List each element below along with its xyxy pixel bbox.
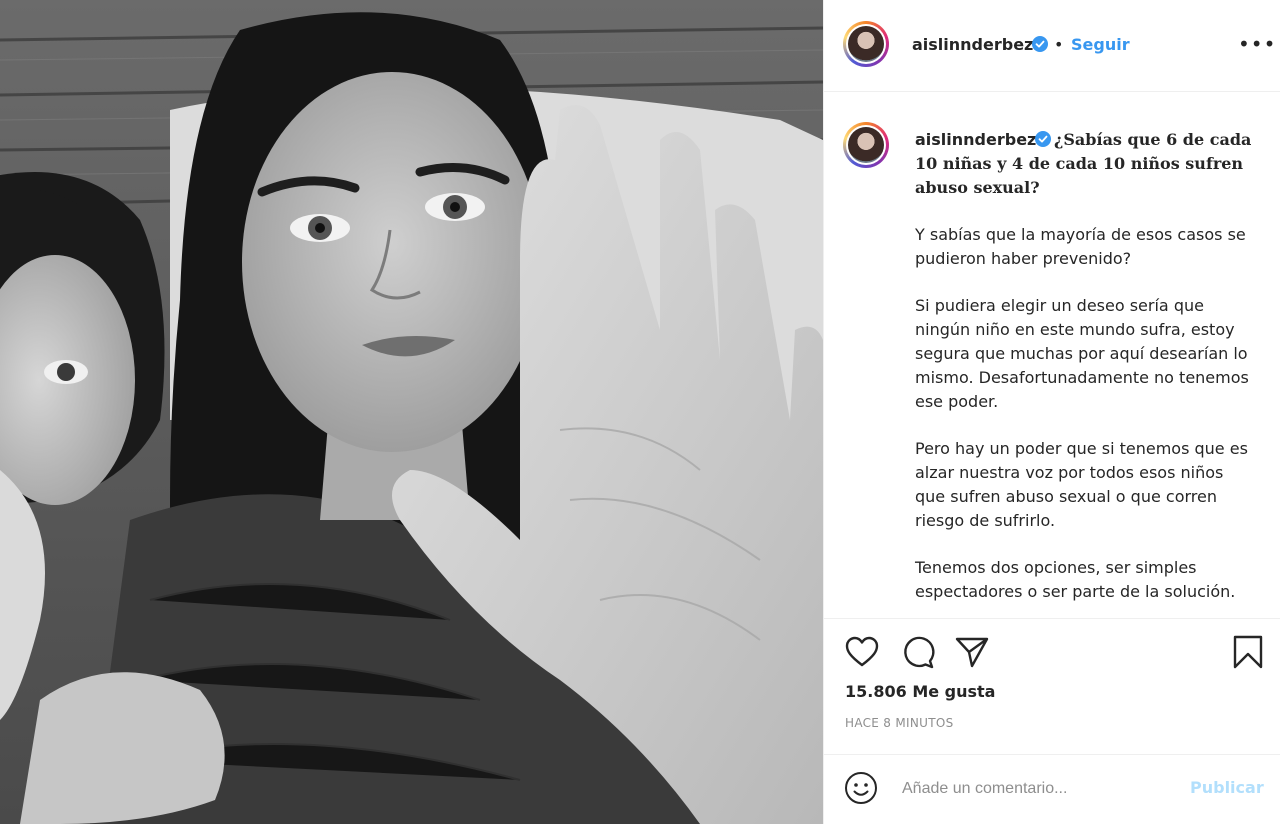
more-options-icon[interactable]: •••: [1238, 32, 1276, 56]
comment-input[interactable]: [900, 773, 1184, 805]
comment-bar: Publicar: [824, 754, 1280, 824]
caption-area[interactable]: ¿Sabías que 6 de cada 10 niñas y 4 de ca…: [824, 92, 1280, 618]
avatar-image: [848, 127, 884, 163]
likes-count[interactable]: 15.806 Me gusta: [845, 682, 995, 701]
verified-badge-icon: [1032, 36, 1048, 52]
verified-badge-icon: [1035, 131, 1051, 147]
avatar-ring-inner: [846, 125, 886, 165]
instagram-post: aislinnderbez • Seguir ••• ¿Sabías que 6…: [0, 0, 1280, 824]
caption-paragraph: Y sabías que la mayoría de esos casos se…: [915, 225, 1246, 268]
publish-button[interactable]: Publicar: [1190, 778, 1264, 797]
avatar-ring-inner: [846, 24, 886, 64]
caption-avatar[interactable]: [843, 122, 889, 168]
caption-username[interactable]: aislinnderbez: [915, 130, 1036, 149]
emoji-icon[interactable]: [844, 771, 878, 805]
photo-illustration: [0, 0, 823, 824]
caption-text: ¿Sabías que 6 de cada 10 niñas y 4 de ca…: [915, 128, 1255, 618]
post-username[interactable]: aislinnderbez: [912, 35, 1033, 54]
share-icon[interactable]: [954, 634, 990, 670]
avatar[interactable]: [843, 21, 889, 67]
post-side-panel: aislinnderbez • Seguir ••• ¿Sabías que 6…: [823, 0, 1280, 824]
comment-icon[interactable]: [900, 634, 936, 670]
post-timestamp[interactable]: HACE 8 MINUTOS: [845, 716, 954, 730]
post-photo[interactable]: [0, 0, 823, 824]
heart-icon[interactable]: [844, 634, 880, 670]
caption-paragraph: Tenemos dos opciones, ser simples espect…: [915, 558, 1236, 601]
avatar-image: [848, 26, 884, 62]
follow-button[interactable]: Seguir: [1071, 35, 1130, 54]
caption-paragraph: Pero hay un poder que si tenemos que es …: [915, 439, 1248, 530]
bookmark-icon[interactable]: [1230, 634, 1266, 670]
caption-paragraph: Si pudiera elegir un deseo sería que nin…: [915, 296, 1249, 411]
post-header: aislinnderbez • Seguir •••: [824, 0, 1280, 92]
separator-dot: •: [1054, 35, 1064, 54]
